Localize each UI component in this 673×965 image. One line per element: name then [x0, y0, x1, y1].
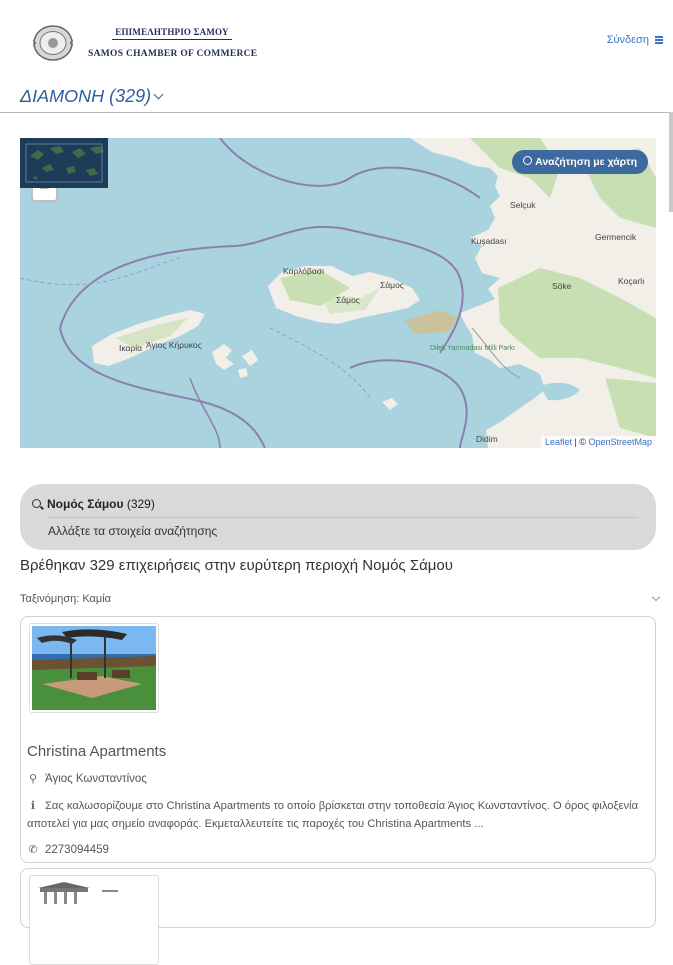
listing-thumbnail[interactable]	[29, 875, 159, 965]
map-label-selcuk: Selçuk	[510, 200, 536, 210]
listing-description: ℹ Σας καλωσορίζουμε στο Christina Apartme…	[27, 797, 645, 833]
org-name-english: SAMOS CHAMBER OF COMMERCE	[88, 49, 258, 59]
org-name-greek: ΕΠΙΜΕΛΗΤΗΡΙΟ ΣΑΜΟΥ	[112, 27, 232, 40]
map-label-samos-town: Σάμος	[380, 280, 404, 290]
sort-dropdown[interactable]: Ταξινόμηση: Καμία	[20, 593, 111, 605]
search-summary-box: Νομός Σάμου (329) Αλλάξτε τα στοιχεία αν…	[20, 484, 656, 550]
map-search-button[interactable]: Αναζήτηση με χάρτη	[512, 150, 648, 174]
chevron-down-icon	[153, 89, 164, 100]
search-count: (329)	[126, 497, 155, 511]
listing-thumbnail[interactable]	[29, 623, 159, 713]
map-tiles[interactable]: Καρλόβασι Σάμος Σάμος Άγιος Κήρυκος Ικαρ…	[20, 138, 656, 448]
category-title: ΔΙΑΜΟΝΗ (329)	[20, 86, 152, 106]
site-header: ΕΠΙΜΕΛΗΤΗΡΙΟ ΣΑΜΟΥ SAMOS CHAMBER OF COMM…	[0, 0, 673, 113]
login-label: Σύνδεση	[606, 34, 649, 46]
map-label-didim: Didim	[476, 434, 498, 444]
map-label-national-park: Dilek Yarımadası Milli Parkı	[430, 345, 515, 352]
search-location: Νομός Σάμου	[47, 497, 124, 511]
map-label-karlovasi: Καρλόβασι	[283, 266, 324, 276]
divider	[48, 517, 638, 518]
listing-card[interactable]: Christina Apartments ⚲ Άγιος Κωνσταντίνος…	[20, 616, 656, 863]
map-marker-icon: ⚲	[28, 773, 38, 785]
search-icon	[32, 499, 41, 508]
listing-photo	[32, 626, 156, 710]
hamburger-menu-icon	[655, 35, 663, 46]
map-view[interactable]: Καρλόβασι Σάμος Σάμος Άγιος Κήρυκος Ικαρ…	[20, 138, 656, 448]
results-heading: Βρέθηκαν 329 επιχειρήσεις στην ευρύτερη …	[20, 557, 453, 574]
map-label-germencik: Germencik	[595, 232, 637, 242]
search-summary-line: Νομός Σάμου (329)	[32, 497, 155, 511]
openstreetmap-link[interactable]: OpenStreetMap	[588, 437, 652, 447]
phone-icon: ✆	[28, 844, 38, 856]
listing-phone[interactable]: ✆ 2273094459	[27, 843, 109, 856]
listing-card[interactable]	[20, 868, 656, 965]
map-label-ikaria: Ικαρία	[119, 343, 142, 353]
map-search-label: Αναζήτηση με χάρτη	[535, 156, 637, 168]
map-label-samos-island: Σάμος	[336, 295, 360, 305]
chevron-down-icon[interactable]	[651, 592, 661, 602]
listing-description-text: Σας καλωσορίζουμε στο Christina Apartmen…	[27, 800, 639, 830]
category-dropdown[interactable]: ΔΙΑΜΟΝΗ (329)	[20, 86, 164, 107]
change-search-link[interactable]: Αλλάξτε τα στοιχεία αναζήτησης	[48, 524, 217, 538]
listing-title[interactable]: Christina Apartments	[27, 743, 166, 760]
search-icon	[523, 156, 533, 165]
info-icon: ℹ	[30, 800, 36, 812]
listing-phone-text: 2273094459	[45, 844, 109, 856]
listing-location-text: Άγιος Κωνσταντίνος	[45, 773, 147, 785]
listing-photo	[32, 878, 156, 962]
map-label-kocarli: Koçarlı	[618, 276, 644, 286]
attribution-separator: | ©	[571, 437, 589, 447]
leaflet-link[interactable]: Leaflet	[545, 437, 572, 447]
map-label-soke: Söke	[552, 281, 572, 291]
chamber-seal-logo[interactable]	[32, 24, 74, 62]
map-label-agios-kirykos: Άγιος Κήρυκος	[146, 340, 202, 350]
minimap-overview[interactable]	[20, 138, 108, 188]
map-attribution: Leaflet | © OpenStreetMap	[540, 436, 656, 448]
page-scrollbar[interactable]	[669, 112, 673, 212]
listing-location: ⚲ Άγιος Κωνσταντίνος	[27, 772, 147, 785]
map-label-kusadasi: Kuşadası	[471, 236, 506, 246]
login-menu-button[interactable]: Σύνδεση	[607, 34, 663, 46]
